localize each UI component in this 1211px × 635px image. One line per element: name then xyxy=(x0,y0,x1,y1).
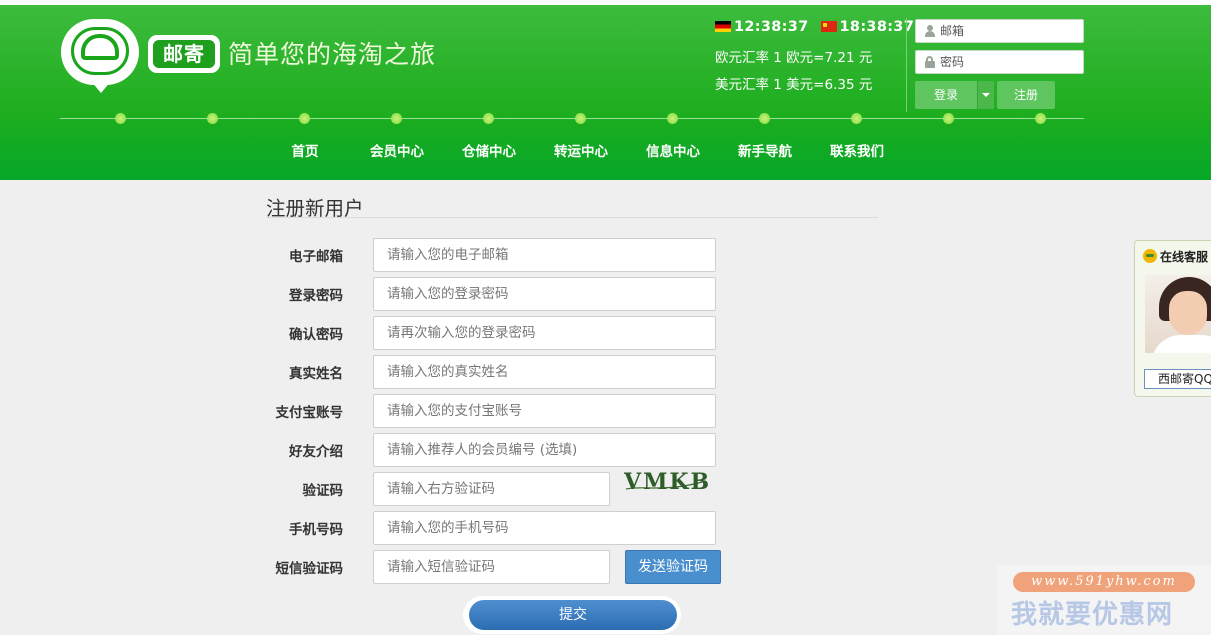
nav-item-contact-us[interactable]: 联系我们 xyxy=(817,140,897,160)
nav-item-beginner-guide[interactable]: 新手导航 xyxy=(725,140,805,160)
watermark-url: www.591yhw.com xyxy=(1013,572,1195,592)
alipay-input[interactable]: 请输入您的支付宝账号 xyxy=(373,394,716,428)
qq-service-button[interactable]: 西邮寄QQ xyxy=(1144,369,1211,389)
nav-dot xyxy=(1035,113,1046,124)
user-icon xyxy=(924,25,935,37)
nav-item-forwarding-center[interactable]: 转运中心 xyxy=(541,140,621,160)
captcha-label: 验证码 xyxy=(302,483,344,499)
referrer-label: 好友介绍 xyxy=(289,444,343,460)
nav-dot xyxy=(667,113,678,124)
real-name-input[interactable]: 请输入您的真实姓名 xyxy=(373,355,716,389)
site-slogan: 简单您的海淘之旅 xyxy=(228,40,437,69)
password-label: 登录密码 xyxy=(289,288,343,304)
site-logo[interactable]: 邮寄 简单您的海淘之旅 xyxy=(58,19,438,94)
service-agent-photo xyxy=(1145,275,1211,353)
service-icon xyxy=(1143,249,1157,263)
captcha-text: VMKB xyxy=(624,469,708,495)
nav-item-info-center[interactable]: 信息中心 xyxy=(633,140,713,160)
referrer-input[interactable]: 请输入推荐人的会员编号 (选填) xyxy=(373,433,716,467)
nav-item-warehouse-center[interactable]: 仓储中心 xyxy=(449,140,529,160)
login-buttons: 登录 注册 xyxy=(915,81,1085,109)
alipay-label: 支付宝账号 xyxy=(275,405,344,421)
email-input[interactable]: 请输入您的电子邮箱 xyxy=(373,238,716,272)
watermark-text: 我就要优惠网 xyxy=(1011,600,1174,630)
header-divider xyxy=(906,18,907,112)
login-email-field[interactable]: 邮箱 xyxy=(915,19,1084,43)
china-clock: 18:38:37 xyxy=(839,19,915,35)
real-name-label: 真实姓名 xyxy=(289,366,343,382)
china-flag-icon xyxy=(820,21,837,32)
nav-dot xyxy=(115,113,126,124)
logo-badge: 邮寄 xyxy=(148,35,220,73)
login-email-placeholder: 邮箱 xyxy=(940,24,965,38)
confirm-password-input[interactable]: 请再次输入您的登录密码 xyxy=(373,316,716,350)
phone-input[interactable]: 请输入您的手机号码 xyxy=(373,511,716,545)
captcha-input[interactable]: 请输入右方验证码 xyxy=(373,472,610,506)
login-password-field[interactable]: 密码 xyxy=(915,50,1084,74)
nav-dot xyxy=(759,113,770,124)
logo-badge-text: 邮寄 xyxy=(153,40,215,68)
nav-item-home[interactable]: 首页 xyxy=(265,140,345,160)
password-input[interactable]: 请输入您的登录密码 xyxy=(373,277,716,311)
submit-button[interactable]: 提交 xyxy=(469,600,677,630)
online-service-panel: 在线客服 西邮寄QQ xyxy=(1134,240,1211,397)
lock-icon xyxy=(924,56,935,68)
nav-item-member-center[interactable]: 会员中心 xyxy=(357,140,437,160)
nav-dot xyxy=(207,113,218,124)
login-box: 邮箱 密码 登录 注册 xyxy=(915,19,1085,109)
login-password-placeholder: 密码 xyxy=(940,55,965,69)
email-label: 电子邮箱 xyxy=(289,249,343,265)
germany-flag-icon xyxy=(715,21,731,32)
sms-code-label: 短信验证码 xyxy=(275,561,344,577)
submit-wrap: 提交 xyxy=(463,596,681,634)
logo-mascot-icon xyxy=(61,19,139,93)
nav-dot xyxy=(391,113,402,124)
send-code-button[interactable]: 发送验证码 xyxy=(625,550,721,584)
nav-dot xyxy=(483,113,494,124)
nav-dot xyxy=(299,113,310,124)
clock-rate-panel: 12:38:37 18:38:37 欧元汇率 1 欧元=7.21 元 美元汇率 1… xyxy=(715,19,914,93)
phone-label: 手机号码 xyxy=(289,522,343,538)
register-button[interactable]: 注册 xyxy=(997,81,1055,109)
sms-code-input[interactable]: 请输入短信验证码 xyxy=(373,550,610,584)
captcha-image[interactable]: VMKB xyxy=(624,467,708,497)
germany-clock: 12:38:37 xyxy=(734,19,809,35)
clock-row: 12:38:37 18:38:37 xyxy=(715,19,914,39)
nav-dot xyxy=(943,113,954,124)
nav-dot xyxy=(851,113,862,124)
watermark: www.591yhw.com 我就要优惠网 xyxy=(997,565,1211,635)
login-button[interactable]: 登录 xyxy=(915,81,977,109)
usd-rate: 美元汇率 1 美元=6.35 元 xyxy=(715,77,873,93)
confirm-password-label: 确认密码 xyxy=(289,327,343,343)
login-dropdown-toggle[interactable] xyxy=(977,81,994,109)
site-header: 邮寄 简单您的海淘之旅 12:38:37 18:38:37 欧元汇率 1 欧元=7… xyxy=(0,5,1211,180)
online-service-title: 在线客服 xyxy=(1143,248,1208,265)
title-divider xyxy=(266,217,878,218)
euro-rate: 欧元汇率 1 欧元=7.21 元 xyxy=(715,50,873,66)
nav-dot xyxy=(575,113,586,124)
